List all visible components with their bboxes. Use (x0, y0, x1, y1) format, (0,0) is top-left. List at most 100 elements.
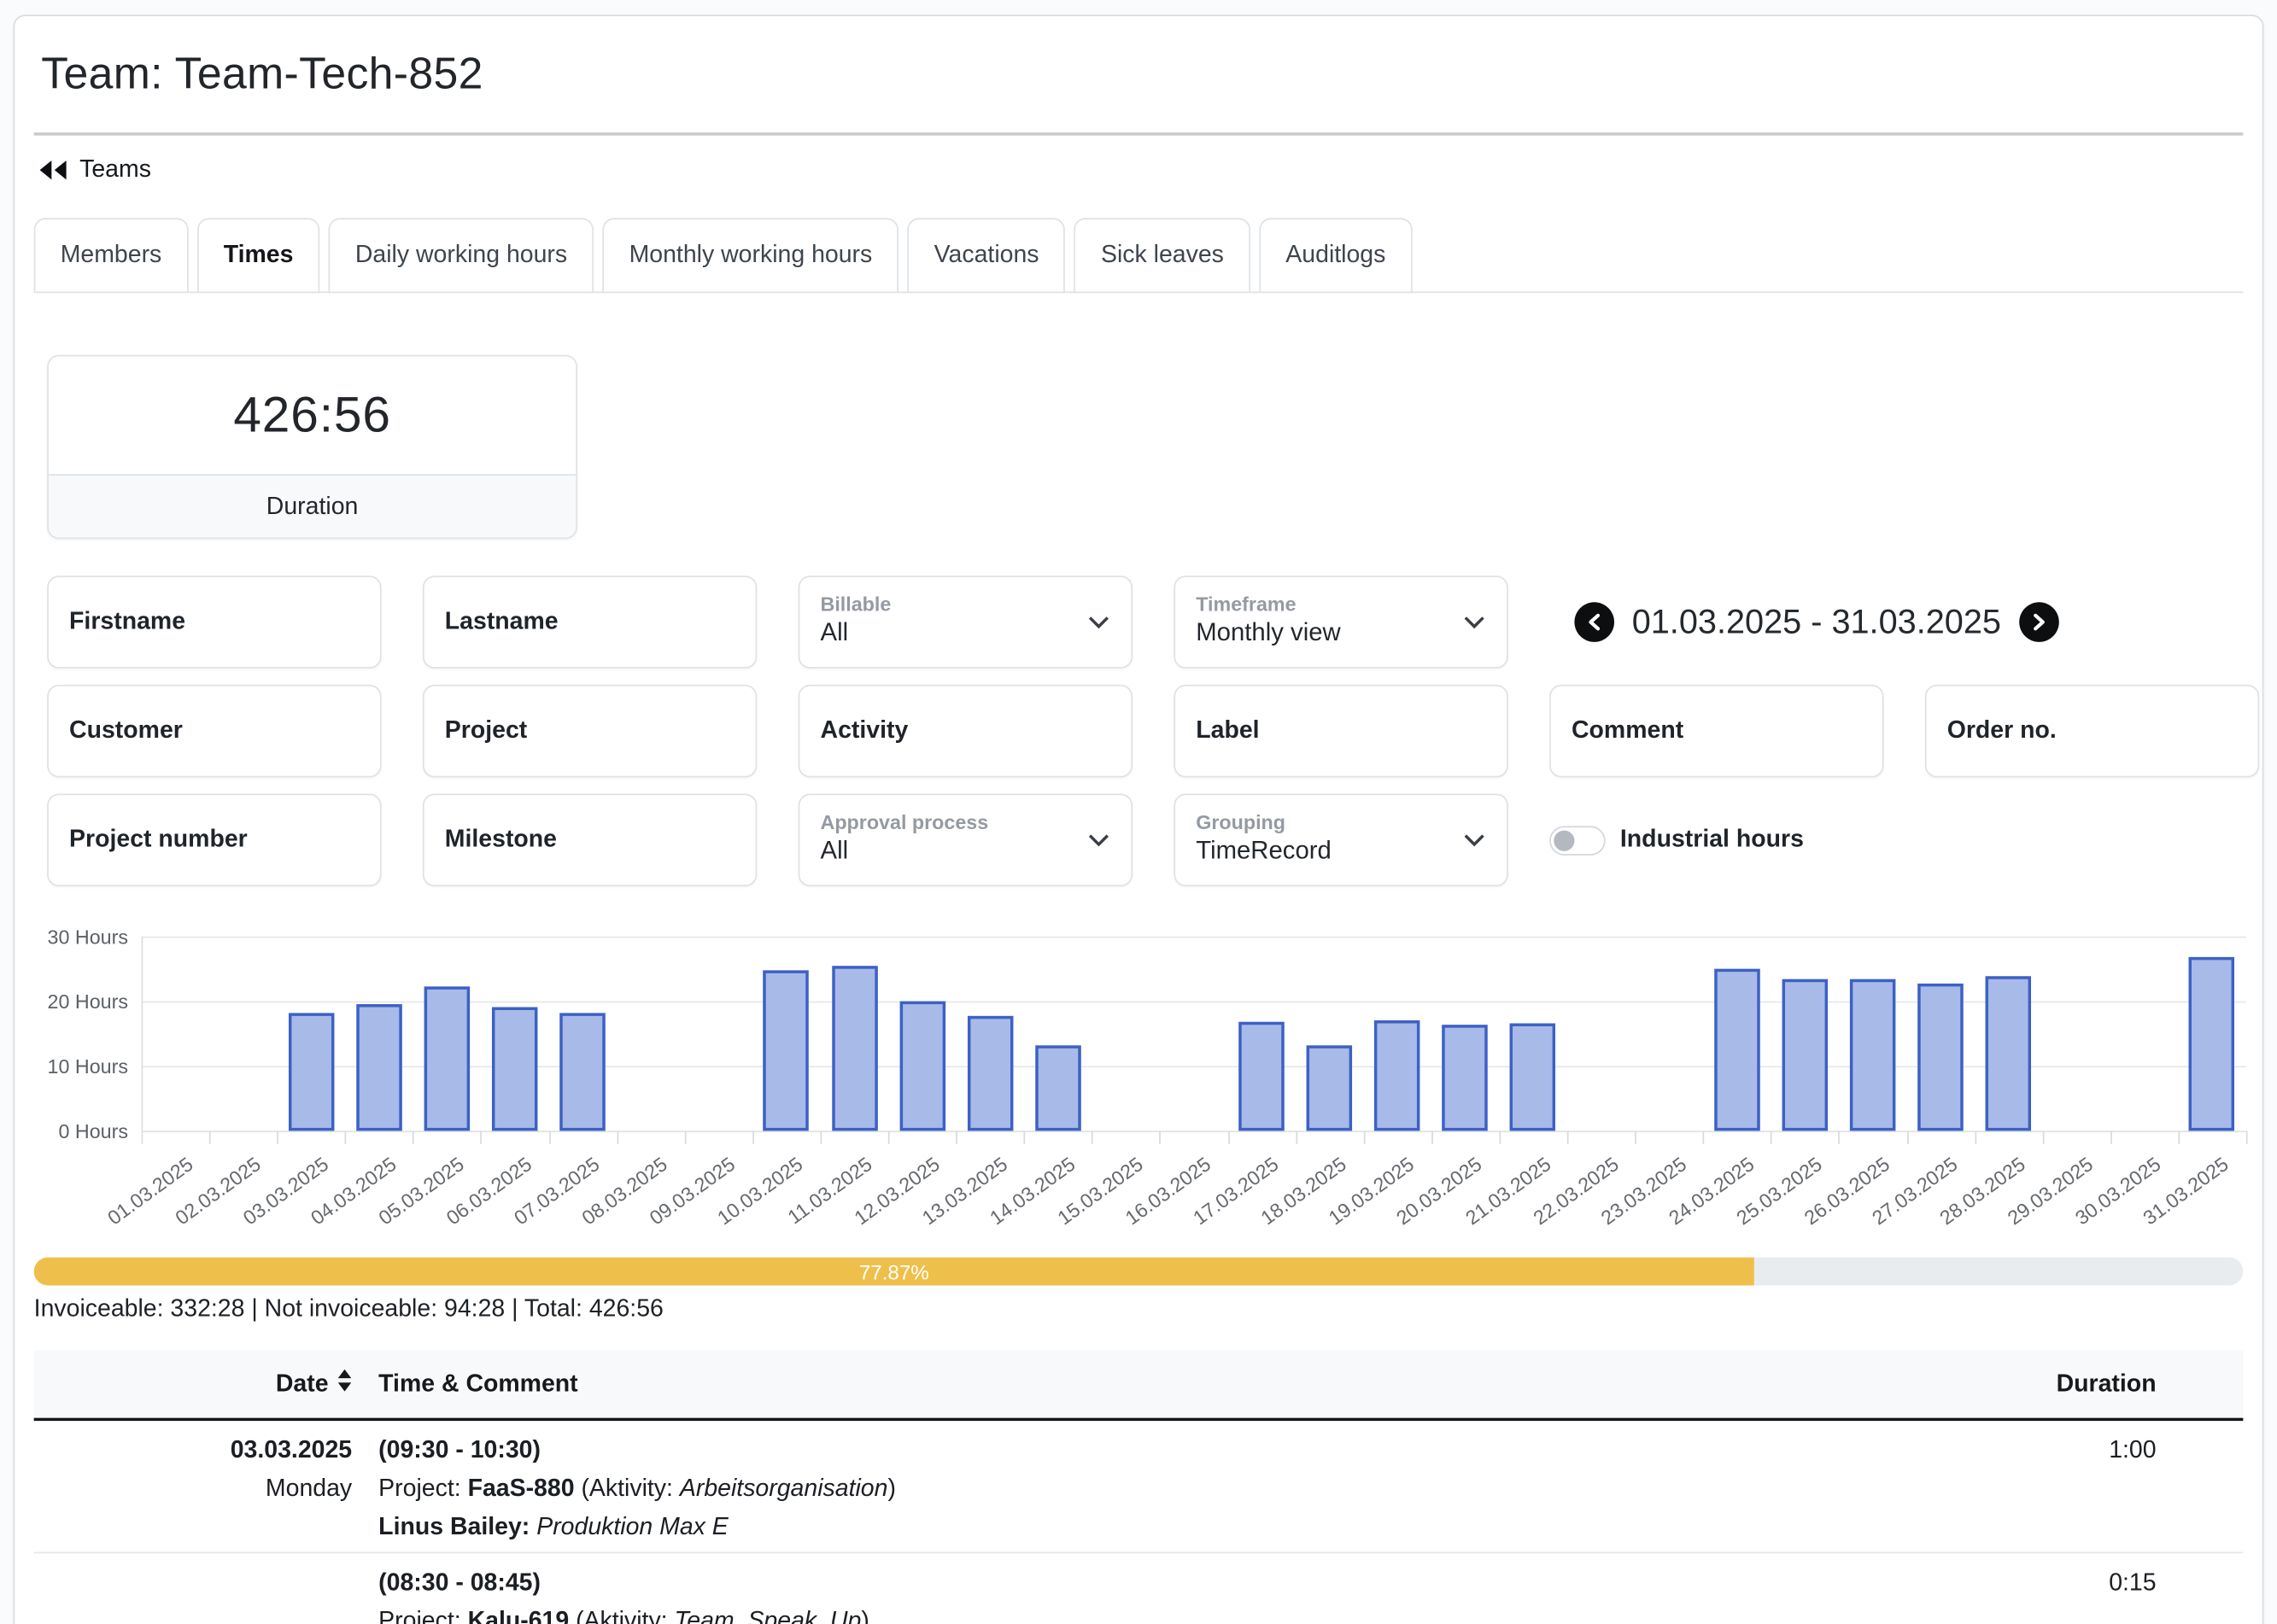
bar-07.03.2025 (560, 1013, 606, 1130)
tab-sick-leaves[interactable]: Sick leaves (1074, 218, 1250, 293)
bar-10.03.2025 (764, 970, 809, 1130)
project-number-filter-input[interactable]: Project number (47, 793, 381, 886)
prev-period-button[interactable] (1574, 602, 1614, 642)
y-axis-label: 10 Hours (34, 1057, 128, 1076)
tab-monthly-working-hours[interactable]: Monthly working hours (603, 218, 899, 293)
order-no-filter-label: Order no. (1947, 717, 2057, 745)
x-axis-tick (1635, 1130, 1636, 1144)
grouping-select[interactable]: Grouping TimeRecord (1174, 793, 1507, 886)
bar-19.03.2025 (1374, 1020, 1419, 1131)
comment-line: (09:30 - 10:30) (378, 1431, 1934, 1469)
project-filter-label: Project (445, 717, 527, 745)
bar-24.03.2025 (1714, 969, 1759, 1131)
firstname-filter-input[interactable]: Firstname (47, 575, 381, 669)
hours-bar-chart: 30 Hours20 Hours10 Hours0 Hours01.03.202… (34, 937, 2244, 1225)
x-axis-tick (1839, 1130, 1841, 1144)
x-axis-tick (1975, 1130, 1976, 1144)
x-axis-tick (1092, 1130, 1093, 1144)
chevron-down-icon (1087, 826, 1111, 854)
bar-27.03.2025 (1917, 983, 1963, 1130)
milestone-filter-label: Milestone (445, 826, 557, 854)
back-link-teams[interactable]: Teams (37, 156, 151, 184)
milestone-filter-input[interactable]: Milestone (423, 793, 757, 886)
order-no-filter-input[interactable]: Order no. (1925, 685, 2259, 778)
row-weekday: Monday (34, 1469, 352, 1508)
date-range-nav: 01.03.2025 - 31.03.2025 (1549, 575, 2259, 669)
tab-daily-working-hours[interactable]: Daily working hours (329, 218, 594, 293)
timeframe-select-label: Timeframe (1196, 593, 1296, 616)
y-axis-label: 30 Hours (34, 927, 128, 946)
billable-select-label: Billable (821, 593, 892, 616)
lastname-filter-input[interactable]: Lastname (423, 575, 757, 669)
tab-auditlogs[interactable]: Auditlogs (1259, 218, 1412, 293)
billable-progress-fill: 77.87% (34, 1258, 1754, 1286)
bar-18.03.2025 (1307, 1045, 1352, 1130)
row-date-cell: 03.03.2025Monday (34, 1431, 352, 1546)
x-axis-tick (1703, 1130, 1705, 1144)
project-filter-input[interactable]: Project (423, 685, 757, 778)
y-axis-label: 0 Hours (34, 1122, 128, 1141)
x-axis-tick (752, 1130, 754, 1144)
comment-line: Project: Kalu-619 (Aktivity: Team_Speak_… (378, 1602, 1934, 1624)
comment-line: (08:30 - 08:45) (378, 1563, 1934, 1602)
bar-31.03.2025 (2189, 957, 2234, 1130)
row-duration: 0:15 (1934, 1563, 2243, 1624)
bar-03.03.2025 (289, 1013, 334, 1130)
comment-line: Linus Bailey: Produktion Max E (378, 1508, 1934, 1546)
bar-20.03.2025 (1443, 1025, 1488, 1130)
table-row[interactable]: (08:30 - 08:45)Project: Kalu-619 (Aktivi… (34, 1553, 2244, 1624)
industrial-hours-label: Industrial hours (1620, 826, 1804, 854)
x-axis-tick (345, 1130, 347, 1144)
tab-members[interactable]: Members (34, 218, 189, 293)
x-axis-tick (278, 1130, 279, 1144)
x-axis-tick (1227, 1130, 1229, 1144)
x-axis-tick (2110, 1130, 2112, 1144)
next-period-button[interactable] (2019, 602, 2059, 642)
lastname-filter-label: Lastname (445, 608, 559, 636)
tab-vacations[interactable]: Vacations (908, 218, 1066, 293)
timeframe-select-value: Monthly view (1196, 616, 1340, 649)
timeframe-select[interactable]: Timeframe Monthly view (1174, 575, 1507, 669)
x-axis-tick (617, 1130, 618, 1144)
x-axis-tick (481, 1130, 483, 1144)
bar-11.03.2025 (831, 966, 876, 1130)
approval-process-select[interactable]: Approval process All (799, 793, 1133, 886)
activity-filter-label: Activity (821, 717, 909, 745)
approval-process-select-value: All (821, 834, 849, 867)
activity-filter-input[interactable]: Activity (799, 685, 1133, 778)
x-axis-tick (2042, 1130, 2044, 1144)
x-axis-tick (1906, 1130, 1908, 1144)
filters-grid: Firstname Lastname Billable All Timefram… (47, 575, 2243, 886)
date-column-header[interactable]: Date (34, 1370, 352, 1399)
comment-filter-label: Comment (1572, 717, 1683, 745)
firstname-filter-label: Firstname (69, 608, 185, 636)
x-axis-tick (1431, 1130, 1433, 1144)
comment-line: Project: FaaS-880 (Aktivity: Arbeitsorga… (378, 1469, 1934, 1508)
industrial-hours-toggle-group: Industrial hours (1549, 793, 2259, 886)
industrial-hours-toggle[interactable] (1549, 826, 1606, 855)
table-row[interactable]: 03.03.2025Monday (09:30 - 10:30)Project: … (34, 1421, 2244, 1553)
label-filter-input[interactable]: Label (1174, 685, 1507, 778)
x-axis-tick (1296, 1130, 1297, 1144)
y-axis-line (142, 937, 143, 1144)
billable-select[interactable]: Billable All (799, 575, 1133, 669)
bar-13.03.2025 (967, 1016, 1012, 1130)
toggle-knob (1554, 830, 1574, 850)
duration-stat-card: 426:56 Duration (47, 355, 577, 540)
gridline-30 (142, 937, 2246, 938)
billable-select-value: All (821, 616, 849, 649)
comment-filter-input[interactable]: Comment (1549, 685, 1883, 778)
rewind-icon (37, 159, 67, 181)
row-comment-cell: (08:30 - 08:45)Project: Kalu-619 (Aktivi… (378, 1563, 1934, 1624)
tab-times[interactable]: Times (197, 218, 320, 293)
chevron-down-icon (1462, 608, 1486, 636)
customer-filter-input[interactable]: Customer (47, 685, 381, 778)
approval-process-select-label: Approval process (821, 810, 989, 834)
y-axis-label: 20 Hours (34, 992, 128, 1011)
gridline-0 (142, 1130, 2246, 1132)
duration-stat-value: 426:56 (49, 356, 576, 474)
x-axis-tick (1499, 1130, 1501, 1144)
x-axis-tick (820, 1130, 822, 1144)
row-date: 03.03.2025 (34, 1431, 352, 1469)
timesheet-table-body: 03.03.2025Monday(09:30 - 10:30)Project: … (34, 1421, 2244, 1624)
